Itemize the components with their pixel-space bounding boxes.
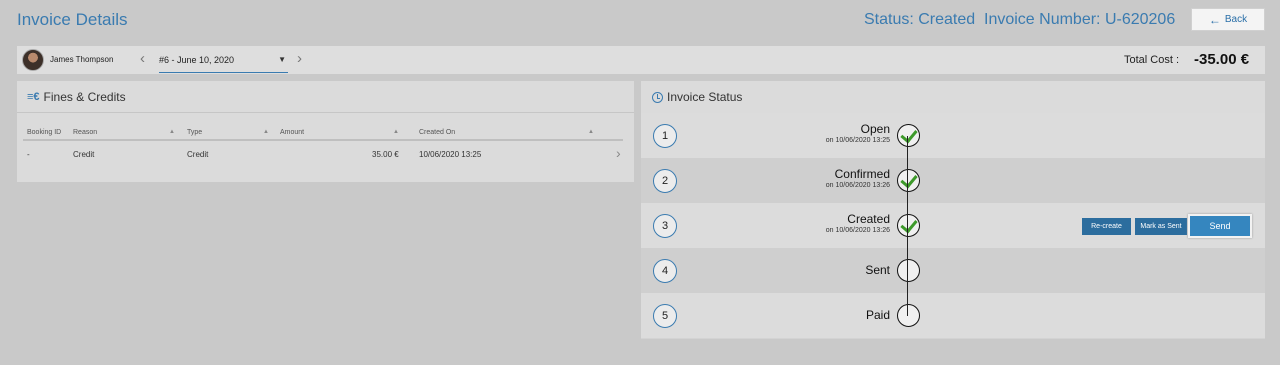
invoice-status-title: Invoice Status — [667, 90, 743, 104]
chevron-right-icon[interactable]: › — [297, 50, 302, 67]
recreate-button[interactable]: Re-create — [1082, 218, 1131, 235]
invoice-status-panel: Invoice Status 1 Open on 10/06/2020 13:2… — [641, 81, 1265, 339]
invoice-status-text: Status: Created — [864, 11, 976, 28]
top-bar: Invoice Details Status: Created Invoice … — [0, 0, 1280, 42]
total-cost-label: Total Cost : — [1124, 54, 1180, 66]
step-date: on 10/06/2020 13:26 — [825, 182, 890, 189]
fines-credits-panel: ≡€ Fines & Credits Booking ID Reason ▲ T… — [17, 81, 634, 182]
chevron-right-icon[interactable]: › — [616, 145, 621, 161]
empty-circle-icon — [897, 304, 920, 327]
status-step-confirmed: 2 Confirmed on 10/06/2020 13:26 — [641, 158, 1265, 203]
sort-asc-icon[interactable]: ▲ — [169, 129, 175, 135]
invoice-status-header: Invoice Status — [641, 81, 1265, 113]
invoice-selector-bar: James Thompson ‹ #6 - June 10, 2020 ▼ › … — [17, 46, 1265, 74]
status-step-paid: 5 Paid — [641, 293, 1265, 338]
invoice-select[interactable]: #6 - June 10, 2020 ▼ — [159, 51, 288, 73]
cell-created-on: 10/06/2020 13:25 — [419, 150, 482, 159]
check-circle-icon — [897, 124, 920, 147]
step-number-badge: 5 — [653, 304, 677, 328]
cell-reason: Credit — [73, 150, 95, 159]
caret-down-icon: ▼ — [278, 55, 286, 64]
table-header: Booking ID Reason ▲ Type ▲ Amount ▲ Crea… — [23, 125, 623, 141]
chevron-left-icon[interactable]: ‹ — [140, 50, 145, 67]
back-button-label: Back — [1224, 14, 1248, 25]
step-date: on 10/06/2020 13:25 — [825, 137, 890, 144]
back-button[interactable]: ← Back — [1191, 8, 1265, 31]
mark-as-sent-button[interactable]: Mark as Sent — [1135, 218, 1187, 235]
column-header-created-on[interactable]: Created On — [419, 129, 455, 136]
step-number-badge: 4 — [653, 259, 677, 283]
cell-amount: 35.00 € — [372, 150, 399, 159]
status-step-open: 1 Open on 10/06/2020 13:25 — [641, 113, 1265, 158]
status-step-sent: 4 Sent — [641, 248, 1265, 293]
sort-asc-icon[interactable]: ▲ — [263, 129, 269, 135]
step-name: Confirmed — [834, 167, 890, 181]
send-button[interactable]: Send — [1188, 214, 1252, 238]
invoice-number-text: Invoice Number: U-620206 — [984, 11, 1176, 28]
fines-table: Booking ID Reason ▲ Type ▲ Amount ▲ Crea… — [23, 125, 623, 167]
fines-list-icon: ≡€ — [27, 90, 40, 103]
column-header-type[interactable]: Type — [187, 129, 202, 136]
clock-icon — [652, 91, 663, 103]
empty-circle-icon — [897, 259, 920, 282]
invoice-select-value: #6 - June 10, 2020 — [159, 55, 235, 65]
sort-asc-icon[interactable]: ▲ — [588, 129, 594, 135]
table-row[interactable]: - Credit Credit 35.00 € 10/06/2020 13:25… — [23, 141, 623, 167]
column-header-reason[interactable]: Reason — [73, 129, 97, 136]
arrow-left-icon: ← — [1208, 12, 1221, 27]
step-name: Paid — [865, 308, 890, 322]
page-title: Invoice Details — [17, 10, 128, 29]
check-circle-icon — [897, 169, 920, 192]
step-name: Created — [847, 212, 890, 226]
column-header-amount[interactable]: Amount — [280, 129, 304, 136]
step-number-badge: 3 — [653, 214, 677, 238]
fines-credits-title: Fines & Credits — [43, 89, 126, 104]
step-name: Sent — [865, 263, 890, 277]
fines-credits-header: ≡€ Fines & Credits — [17, 81, 634, 113]
avatar — [22, 49, 44, 71]
total-cost-value: -35.00 € — [1194, 51, 1250, 68]
step-number-badge: 2 — [653, 169, 677, 193]
check-circle-icon — [897, 214, 920, 237]
cell-type: Credit — [187, 150, 209, 159]
user-name[interactable]: James Thompson — [50, 55, 113, 64]
column-header-booking-id[interactable]: Booking ID — [27, 129, 61, 136]
step-name: Open — [860, 122, 890, 136]
timeline-connector — [907, 136, 908, 316]
step-date: on 10/06/2020 13:26 — [825, 227, 890, 234]
step-number-badge: 1 — [653, 124, 677, 148]
sort-asc-icon[interactable]: ▲ — [393, 129, 399, 135]
cell-booking-id: - — [27, 150, 30, 159]
